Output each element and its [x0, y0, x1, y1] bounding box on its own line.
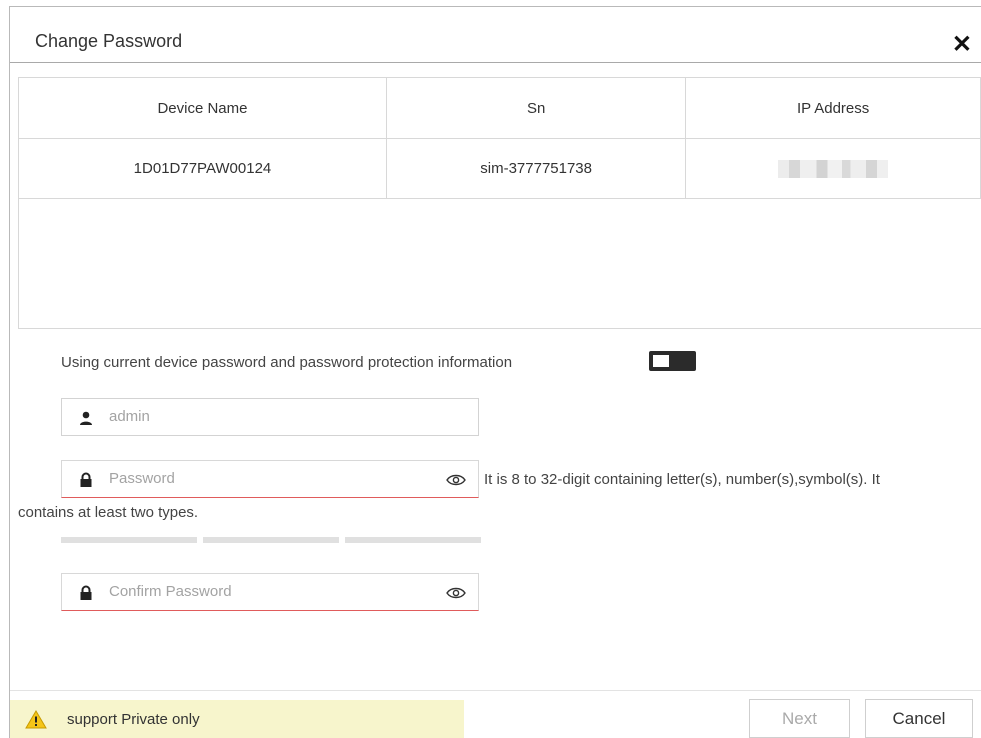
sn-cell: sim-3777751738	[385, 138, 687, 199]
warning-icon	[25, 710, 47, 729]
table-empty-area	[18, 199, 981, 329]
username-placeholder: admin	[109, 408, 150, 425]
eye-icon[interactable]	[446, 586, 466, 600]
warning-banner: support Private only	[10, 700, 464, 738]
username-field[interactable]: admin	[61, 398, 479, 436]
toggle-label: Using current device password and passwo…	[61, 354, 513, 371]
use-current-password-toggle[interactable]	[649, 351, 696, 371]
column-header-sn: Sn	[385, 77, 687, 139]
device-table: Device Name Sn IP Address 1D01D77PAW0012…	[18, 77, 981, 199]
toggle-knob	[653, 355, 669, 367]
table-header-row: Device Name Sn IP Address	[18, 77, 981, 139]
dialog-title: Change Password	[35, 31, 183, 51]
strength-bar-medium	[203, 537, 339, 543]
user-icon	[80, 411, 92, 425]
cancel-button[interactable]: Cancel	[865, 699, 973, 738]
footer-divider	[10, 690, 981, 691]
close-icon[interactable]: ✕	[952, 33, 972, 57]
column-header-device-name: Device Name	[18, 77, 387, 139]
eye-icon[interactable]	[446, 473, 466, 487]
strength-bar-weak	[61, 537, 197, 543]
column-header-ip-address: IP Address	[685, 77, 981, 139]
confirm-password-field[interactable]: Confirm Password	[61, 573, 479, 611]
password-field[interactable]: Password	[61, 460, 479, 498]
ip-address-cell	[685, 138, 981, 199]
password-hint-line2: contains at least two types.	[18, 504, 199, 521]
password-placeholder: Password	[109, 470, 175, 487]
device-name-cell: 1D01D77PAW00124	[18, 138, 387, 199]
warning-text: support Private only	[67, 711, 200, 728]
lock-icon	[80, 585, 92, 600]
password-hint-line1: It is 8 to 32-digit containing letter(s)…	[484, 471, 880, 488]
dialog-header: Change Password ✕	[10, 7, 981, 63]
redacted-ip	[778, 159, 889, 178]
confirm-password-placeholder: Confirm Password	[109, 583, 232, 600]
strength-bar-strong	[345, 537, 481, 543]
table-row[interactable]: 1D01D77PAW00124 sim-3777751738	[18, 138, 981, 199]
lock-icon	[80, 472, 92, 487]
next-button[interactable]: Next	[749, 699, 850, 738]
